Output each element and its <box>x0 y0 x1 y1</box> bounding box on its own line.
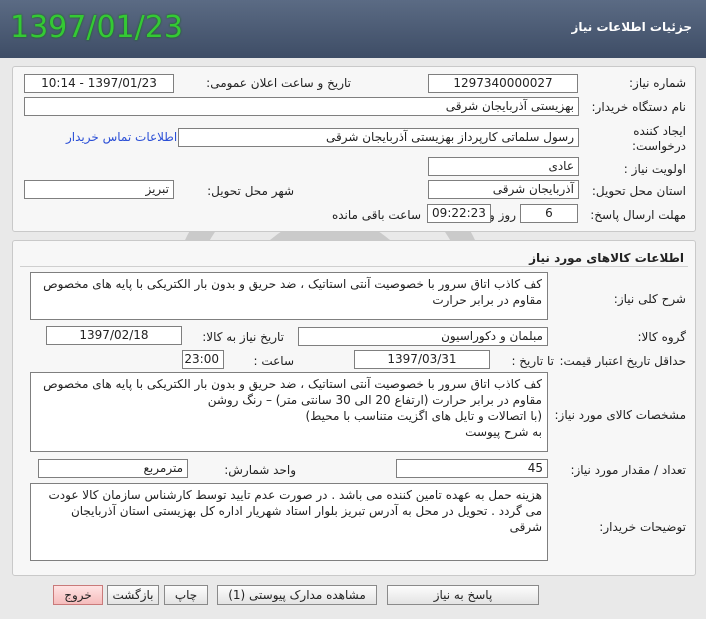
goods-group-label: گروه کالا: <box>637 330 687 344</box>
province-field: آذربایجان شرقی <box>428 180 579 199</box>
priority-label: اولویت نیاز : <box>623 162 686 176</box>
quantity-field: 45 <box>396 459 548 478</box>
announce-datetime-field: 1397/01/23 - 10:14 <box>24 74 174 93</box>
deadline-time-field: 09:22:23 <box>427 204 491 223</box>
price-validity-label: حداقل تاریخ اعتبار قیمت: <box>559 354 686 368</box>
section-divider <box>20 266 688 267</box>
buyer-notes-field: هزینه حمل به عهده تامین کننده می باشد . … <box>30 483 548 561</box>
buyer-notes-label: توضیحات خریدار: <box>599 520 686 534</box>
until-date-label: تا تاریخ : <box>511 354 554 368</box>
buyer-org-field: بهزیستی آذربایجان شرقی <box>24 97 579 116</box>
general-desc-field: کف کاذب اتاق سرور با خصوصیت آنتی استاتیک… <box>30 272 548 320</box>
unit-label: واحد شمارش: <box>224 463 296 477</box>
goods-section-title: اطلاعات کالاهای مورد نیاز <box>529 251 684 265</box>
print-button[interactable]: چاپ <box>164 585 208 605</box>
announce-datetime-label: تاریخ و ساعت اعلان عمومی: <box>206 76 351 90</box>
validity-date-field: 1397/03/31 <box>354 350 490 369</box>
buyer-notes-line-2: می گردد . تحویل در محل به آدرس تبریز بلو… <box>70 504 542 534</box>
buyer-org-label: نام دستگاه خریدار: <box>591 100 687 114</box>
buyer-contact-link[interactable]: اطلاعات تماس خریدار <box>66 130 177 144</box>
creator-field: رسول سلماتی کارپرداز بهزیستی آذربایجان ش… <box>178 128 579 147</box>
view-attachments-button[interactable]: مشاهده مدارک پیوستی (1) <box>217 585 377 605</box>
exit-button[interactable]: خروج <box>53 585 103 605</box>
remaining-label: ساعت باقی مانده <box>331 208 421 222</box>
specs-line-3: (با اتصالات و تایل های اگزیت متناسب با م… <box>305 409 542 423</box>
buyer-notes-line-1: هزینه حمل به عهده تامین کننده می باشد . … <box>48 488 542 502</box>
deadline-days-field: 6 <box>520 204 578 223</box>
deadline-label: مهلت ارسال پاسخ: <box>590 208 686 222</box>
city-field: تبریز <box>24 180 174 199</box>
priority-field: عادی <box>428 157 579 176</box>
quantity-label: تعداد / مقدار مورد نیاز: <box>570 463 686 477</box>
creator-label-line2: درخواست: <box>632 139 686 153</box>
general-desc-label: شرح کلی نیاز: <box>613 292 686 306</box>
back-button[interactable]: بازگشت <box>107 585 159 605</box>
specs-line-2: مقاوم در برابر حرارت (ارتفاع 20 الی 30 س… <box>207 393 542 407</box>
need-number-label: شماره نیاز: <box>629 76 686 90</box>
creator-label-line1: ایجاد کننده <box>633 124 686 138</box>
specs-field: کف کاذب اتاق سرور با خصوصیت آنتی استاتیک… <box>30 372 548 452</box>
province-label: استان محل تحویل: <box>591 184 686 198</box>
validity-time-field: 23:00 <box>182 350 224 369</box>
page-title: جزئیات اطلاعات نیاز <box>571 20 692 34</box>
specs-label: مشخصات کالای مورد نیاز: <box>554 408 686 422</box>
need-date-field: 1397/02/18 <box>46 326 182 345</box>
need-number-field: 1297340000027 <box>428 74 578 93</box>
validity-hour-label: ساعت : <box>253 354 294 368</box>
specs-line-4: به شرح پیوست <box>465 425 542 439</box>
days-label: روز و <box>489 208 516 222</box>
goods-group-field: مبلمان و دکوراسیون <box>298 327 548 346</box>
need-date-label: تاریخ نیاز به کالا: <box>202 330 284 344</box>
reply-button[interactable]: پاسخ به نیاز <box>387 585 539 605</box>
announce-date-large: 1397/01/23 <box>10 10 183 45</box>
city-label: شهر محل تحویل: <box>207 184 294 198</box>
unit-field: مترمربع <box>38 459 188 478</box>
specs-line-1: کف کاذب اتاق سرور با خصوصیت آنتی استاتیک… <box>43 377 542 391</box>
